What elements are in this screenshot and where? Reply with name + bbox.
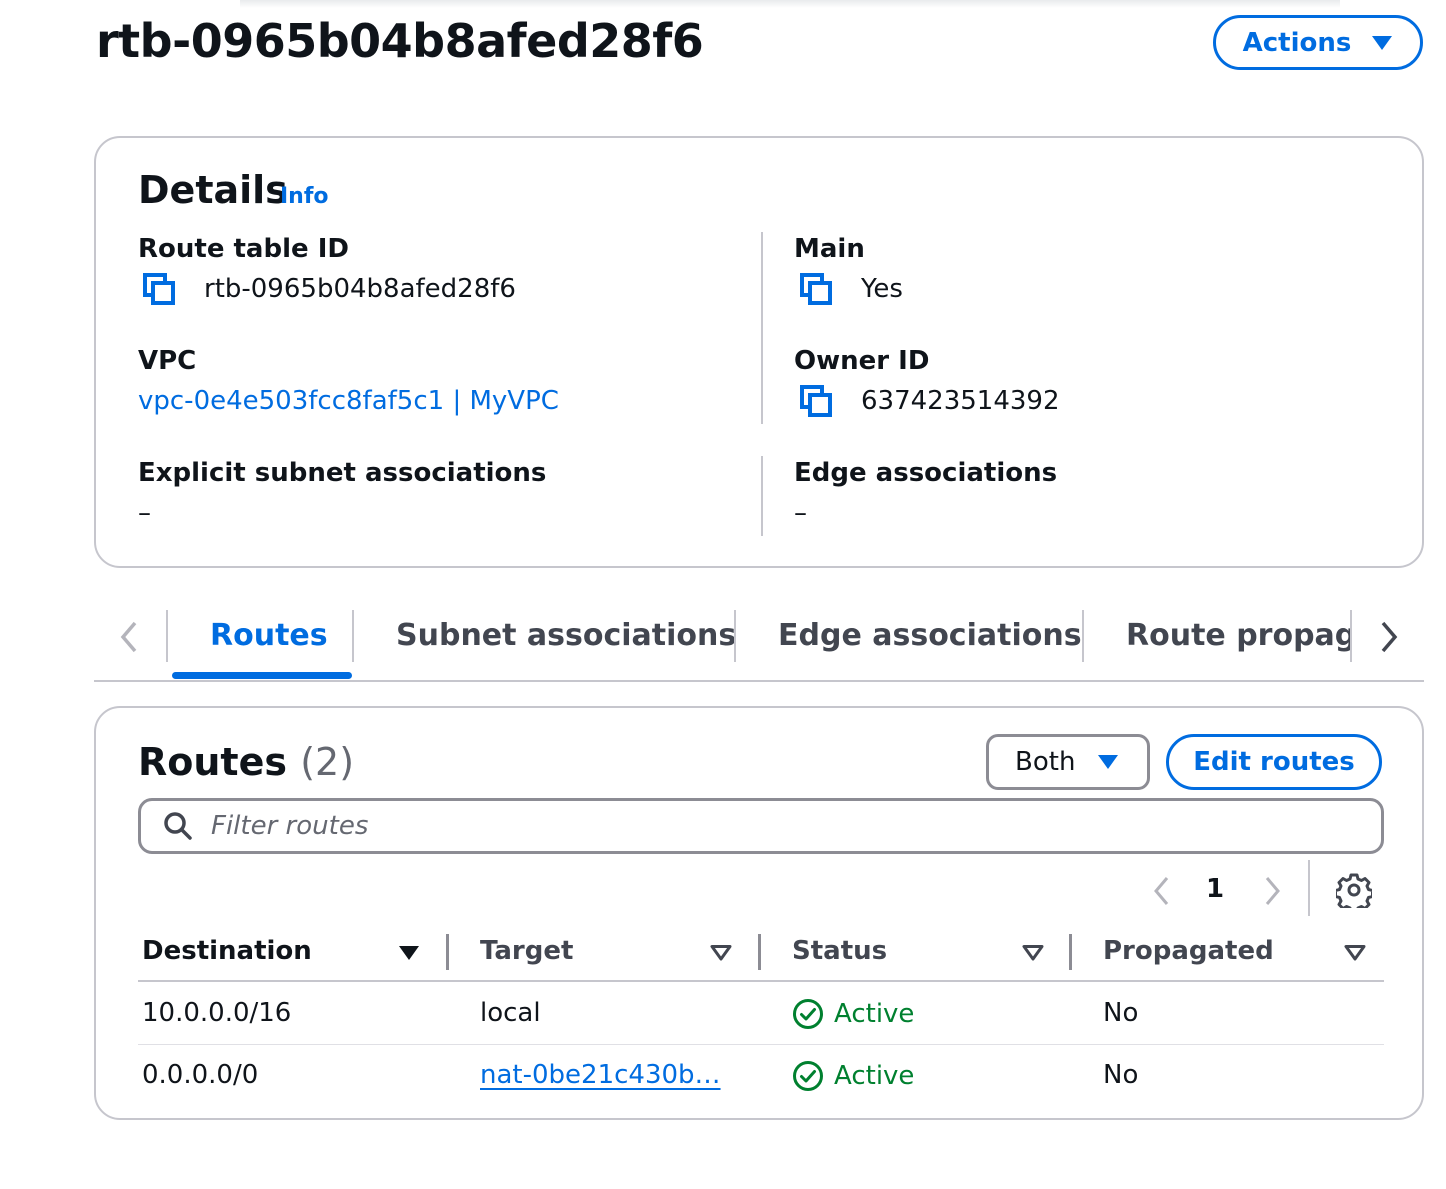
route-table-id-text: rtb-0965b04b8afed28f6 [204,274,516,304]
tab-edge-associations[interactable]: Edge associations [778,618,1082,653]
tab-separator [1082,610,1084,662]
cell-status: Active [792,1060,914,1092]
tab-route-propagation[interactable]: Route propagation [1126,618,1350,653]
explicit-subnet-label: Explicit subnet associations [138,458,547,488]
main-label: Main [794,234,865,264]
column-separator[interactable] [1069,934,1072,970]
chevron-left-icon[interactable] [1150,874,1172,908]
explicit-subnet-value: – [138,498,151,528]
search-input[interactable] [211,811,1311,841]
page-number[interactable]: 1 [1206,874,1224,904]
sort-icon[interactable] [1344,944,1366,962]
tab-bar: Routes Subnet associations Edge associat… [94,600,1424,682]
sort-icon[interactable] [398,944,420,962]
cell-destination: 0.0.0.0/0 [142,1060,259,1090]
status-text: Active [834,1061,915,1091]
cell-propagated: No [1103,998,1139,1028]
actions-button-label: Actions [1242,27,1352,58]
row-divider [138,1044,1384,1045]
tab-route-propagation-clip: Route propagation [1126,618,1350,662]
top-shadow [240,0,1340,8]
column-header-target[interactable]: Target [480,936,573,966]
vpc-link[interactable]: vpc-0e4e503fcc8faf5c1 | MyVPC [138,386,559,416]
column-header-propagated[interactable]: Propagated [1103,936,1274,966]
column-separator[interactable] [758,934,761,970]
route-filter-select[interactable]: Both [986,734,1150,790]
copy-icon[interactable] [142,272,176,306]
status-success-icon [793,1061,823,1091]
page-title: rtb-0965b04b8afed28f6 [96,14,704,68]
filter-routes-search[interactable] [138,798,1384,854]
routes-heading: Routes (2) [138,740,354,784]
tab-separator [166,610,168,662]
owner-id-text: 637423514392 [861,386,1060,416]
sort-icon[interactable] [710,944,732,962]
tab-subnet-associations[interactable]: Subnet associations [396,618,736,653]
column-header-status[interactable]: Status [792,936,887,966]
active-tab-indicator [172,672,352,679]
route-table-id-label: Route table ID [138,234,349,264]
column-header-destination[interactable]: Destination [142,936,312,966]
chevron-right-icon[interactable] [1378,620,1400,654]
edit-routes-button[interactable]: Edit routes [1166,734,1382,790]
table-header-divider [138,980,1384,982]
cell-target: local [480,998,541,1028]
copy-icon[interactable] [799,272,833,306]
actions-button[interactable]: Actions [1213,15,1423,70]
cell-status: Active [792,998,914,1030]
routes-title: Routes [138,740,287,784]
pager-separator [1308,860,1310,916]
details-heading: Details [138,168,288,212]
caret-down-icon [1098,755,1119,769]
status-success-icon [793,999,823,1029]
caret-down-icon [1372,35,1393,50]
gear-icon[interactable] [1336,872,1372,908]
chevron-right-icon[interactable] [1262,874,1284,908]
tab-separator [734,610,736,662]
nat-gateway-link[interactable]: nat-0be21c430b… [480,1060,721,1090]
tab-separator [352,610,354,662]
cell-destination: 10.0.0.0/16 [142,998,292,1028]
edge-associations-value: – [794,498,807,528]
tab-separator [1350,610,1352,662]
route-filter-value: Both [1015,747,1076,777]
route-table-id-value: rtb-0965b04b8afed28f6 [142,272,516,306]
details-panel: Details Info Route table ID rtb-0965b04b… [94,136,1424,568]
routes-panel: Routes (2) Both Edit routes 1 Destinatio… [94,706,1424,1120]
tab-routes[interactable]: Routes [210,618,328,653]
column-separator[interactable] [446,934,449,970]
routes-count: (2) [300,740,355,784]
owner-id-value: 637423514392 [799,384,1060,418]
sort-icon[interactable] [1022,944,1044,962]
status-text: Active [834,999,915,1029]
copy-icon[interactable] [799,384,833,418]
info-link[interactable]: Info [280,184,329,209]
column-divider [761,456,763,536]
main-text: Yes [861,274,903,304]
cell-propagated: No [1103,1060,1139,1090]
search-icon [164,812,192,840]
vpc-label: VPC [138,346,197,376]
chevron-left-icon[interactable] [118,620,140,654]
column-divider [761,232,763,424]
edge-associations-label: Edge associations [794,458,1058,488]
owner-id-label: Owner ID [794,346,930,376]
main-value: Yes [799,272,903,306]
